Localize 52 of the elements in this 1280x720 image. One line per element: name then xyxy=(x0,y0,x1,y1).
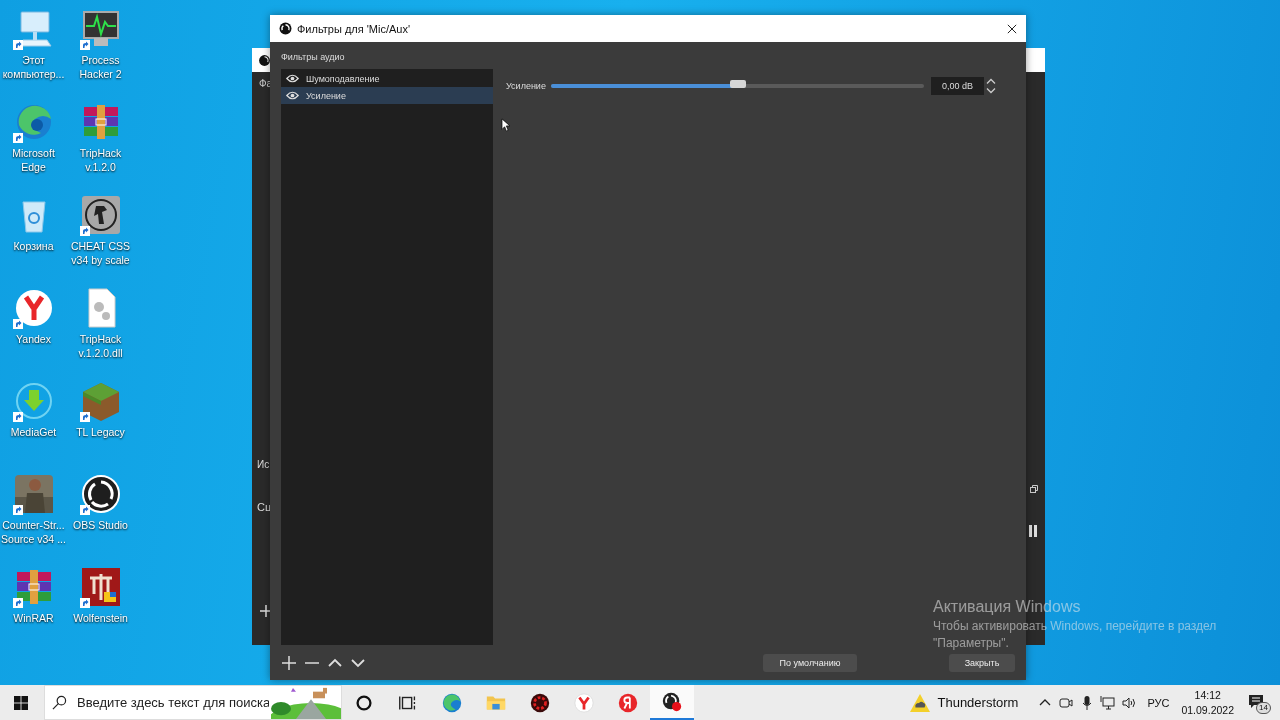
windows-start-icon[interactable] xyxy=(14,695,28,710)
slider-handle[interactable] xyxy=(729,80,746,88)
window-title: Фильтры для 'Mic/Aux' xyxy=(297,22,411,35)
filter-item[interactable]: Шумоподавление xyxy=(281,70,493,87)
eye-icon[interactable] xyxy=(286,74,299,83)
obs-icon xyxy=(661,690,683,713)
desktop-shortcut[interactable]: CHEAT CSS v34 by scale xyxy=(67,194,134,287)
close-icon[interactable] xyxy=(1007,23,1017,34)
obs-icon xyxy=(279,22,292,35)
network-icon[interactable] xyxy=(1099,694,1116,711)
yandex-icon xyxy=(573,691,595,714)
dock-title: Ис xyxy=(257,459,270,470)
decrement-icon[interactable] xyxy=(985,86,997,95)
desktop-shortcut[interactable]: Yandex xyxy=(0,287,67,380)
clock[interactable]: 14:12 01.09.2022 xyxy=(1181,687,1234,718)
edge-icon xyxy=(441,691,463,714)
desktop-shortcut[interactable]: TL Legacy xyxy=(67,380,134,473)
desktop-shortcut[interactable]: TripHack v.1.2.0 xyxy=(67,101,134,194)
restore-icon[interactable] xyxy=(1030,485,1038,493)
storm-cloud-icon[interactable] xyxy=(909,692,932,713)
desktop-shortcut[interactable]: Корзина xyxy=(0,194,67,287)
obs-icon xyxy=(258,53,271,67)
desktop-shortcut[interactable]: Wolfenstein xyxy=(67,566,134,659)
language-indicator[interactable]: РУС xyxy=(1147,696,1170,709)
taskbar-app[interactable] xyxy=(650,685,694,720)
desktop-shortcut[interactable]: TripHack v.1.2.0.dll xyxy=(67,287,134,380)
desktop-shortcut[interactable]: Counter-Str... Source v34 ... xyxy=(0,473,67,566)
value-field[interactable]: 0,00 dB xyxy=(931,77,984,95)
increment-icon[interactable] xyxy=(985,77,997,86)
mouse-cursor-icon xyxy=(501,118,510,132)
desktop-shortcut[interactable]: Microsoft Edge xyxy=(0,101,67,194)
desktop-shortcut[interactable]: Этот компьютер... xyxy=(0,8,67,101)
defaults-button[interactable]: По умолчанию xyxy=(763,653,857,672)
desktop-shortcut[interactable]: OBS Studio xyxy=(67,473,134,566)
pause-icon[interactable] xyxy=(1028,525,1038,537)
filter-item[interactable]: Усиление xyxy=(281,87,493,104)
obs-icon xyxy=(79,473,122,515)
redgear-icon xyxy=(529,691,551,714)
desktop-shortcut[interactable]: WinRAR xyxy=(0,566,67,659)
ya-icon xyxy=(617,691,639,714)
photo-icon xyxy=(12,473,55,515)
search-icon xyxy=(52,695,67,710)
desktop-shortcut[interactable]: Process Hacker 2 xyxy=(67,8,134,101)
desktop-shortcut[interactable]: MediaGet xyxy=(0,380,67,473)
add-icon[interactable] xyxy=(281,654,297,671)
property-label: Усиление xyxy=(506,81,547,91)
close-button[interactable]: Закрыть xyxy=(949,653,1015,672)
game-icon xyxy=(79,566,122,608)
eye-icon[interactable] xyxy=(286,91,299,100)
section-label: Фильтры аудио xyxy=(281,51,346,64)
weather-text[interactable]: Thunderstorm xyxy=(937,695,1019,710)
cheat-icon xyxy=(79,194,122,236)
